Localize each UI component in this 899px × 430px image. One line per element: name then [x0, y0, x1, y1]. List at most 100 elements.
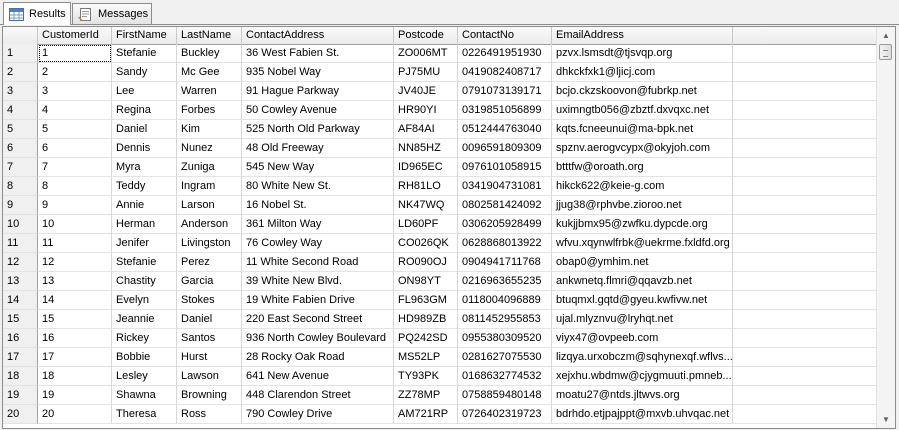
contactaddress-cell[interactable]: 50 Cowley Avenue [242, 101, 394, 120]
postcode-cell[interactable]: LD60PF [394, 215, 458, 234]
table-row[interactable]: 18 18 Lesley Lawson 641 New Avenue TY93PK 0168… [3, 367, 877, 386]
customerid-cell[interactable]: 3 [38, 82, 112, 101]
contactaddress-cell[interactable]: 19 White Fabien Drive [242, 291, 394, 310]
contactno-cell[interactable]: 0096591809309 [458, 139, 552, 158]
contactaddress-cell[interactable]: 39 White New Blvd. [242, 272, 394, 291]
emailaddress-cell[interactable]: wfvu.xqynwlfrbk@uekrme.fxldfd.org [552, 234, 733, 253]
postcode-cell[interactable]: ZZ78MP [394, 386, 458, 405]
postcode-cell[interactable]: TY93PK [394, 367, 458, 386]
customerid-cell[interactable]: 2 [38, 63, 112, 82]
customerid-cell[interactable]: 16 [38, 329, 112, 348]
lastname-cell[interactable]: Garcia [177, 272, 242, 291]
row-number[interactable]: 19 [3, 386, 38, 405]
customerid-cell[interactable]: 6 [38, 139, 112, 158]
firstname-cell[interactable]: Annie [112, 196, 177, 215]
postcode-cell[interactable]: CO026QK [394, 234, 458, 253]
emailaddress-cell[interactable]: btuqmxl.gqtd@gyeu.kwfivw.net [552, 291, 733, 310]
customerid-cell[interactable]: 12 [38, 253, 112, 272]
lastname-cell[interactable]: Anderson [177, 215, 242, 234]
row-number[interactable]: 1 [3, 44, 38, 63]
lastname-cell[interactable]: Kim [177, 120, 242, 139]
postcode-cell[interactable]: MS52LP [394, 348, 458, 367]
table-row[interactable]: 5 5 Daniel Kim 525 North Old Parkway AF84AI 05… [3, 120, 877, 139]
table-row[interactable]: 3 3 Lee Warren 91 Hague Parkway JV40JE 0791073… [3, 82, 877, 101]
scroll-down-button[interactable]: ▼ [878, 411, 894, 428]
contactaddress-cell[interactable]: 16 Nobel St. [242, 196, 394, 215]
lastname-cell[interactable]: Warren [177, 82, 242, 101]
customerid-cell[interactable]: 17 [38, 348, 112, 367]
row-number[interactable]: 6 [3, 139, 38, 158]
contactno-cell[interactable]: 0976101058915 [458, 158, 552, 177]
row-number[interactable]: 15 [3, 310, 38, 329]
contactno-cell[interactable]: 0811452955853 [458, 310, 552, 329]
postcode-cell[interactable]: NN85HZ [394, 139, 458, 158]
table-row[interactable]: 9 9 Annie Larson 16 Nobel St. NK47WQ 080258142… [3, 196, 877, 215]
contactaddress-cell[interactable]: 28 Rocky Oak Road [242, 348, 394, 367]
postcode-cell[interactable]: AF84AI [394, 120, 458, 139]
firstname-cell[interactable]: Rickey [112, 329, 177, 348]
firstname-cell[interactable]: Sandy [112, 63, 177, 82]
table-row[interactable]: 19 19 Shawna Browning 448 Clarendon Street ZZ… [3, 386, 877, 405]
emailaddress-cell[interactable]: spznv.aerogvcypx@okyjoh.com [552, 139, 733, 158]
table-row[interactable]: 15 15 Jeannie Daniel 220 East Second Street H… [3, 310, 877, 329]
customerid-cell[interactable]: 19 [38, 386, 112, 405]
column-header-firstname[interactable]: FirstName [112, 27, 177, 44]
customerid-cell[interactable]: 14 [38, 291, 112, 310]
contactno-cell[interactable]: 0319851056899 [458, 101, 552, 120]
contactno-cell[interactable]: 0904941711768 [458, 253, 552, 272]
contactno-cell[interactable]: 0226491951930 [458, 44, 552, 63]
customerid-cell[interactable]: 1 [38, 44, 112, 63]
table-row[interactable]: 16 16 Rickey Santos 936 North Cowley Bouleva… [3, 329, 877, 348]
contactno-cell[interactable]: 0758859480148 [458, 386, 552, 405]
row-number[interactable]: 10 [3, 215, 38, 234]
table-row[interactable]: 8 8 Teddy Ingram 80 White New St. RH81LO 03419… [3, 177, 877, 196]
table-row[interactable]: 2 2 Sandy Mc Gee 935 Nobel Way PJ75MU 04190824… [3, 63, 877, 82]
table-row[interactable]: 12 12 Stefanie Perez 11 White Second Road RO0… [3, 253, 877, 272]
customerid-cell[interactable]: 20 [38, 405, 112, 424]
lastname-cell[interactable]: Buckley [177, 44, 242, 63]
emailaddress-cell[interactable]: bdrhdo.etjpajppt@mxvb.uhvqac.net [552, 405, 733, 424]
lastname-cell[interactable]: Mc Gee [177, 63, 242, 82]
firstname-cell[interactable]: Stefanie [112, 44, 177, 63]
lastname-cell[interactable]: Forbes [177, 101, 242, 120]
row-number[interactable]: 3 [3, 82, 38, 101]
emailaddress-cell[interactable]: ankwnetq.flmri@qqavzb.net [552, 272, 733, 291]
customerid-cell[interactable]: 8 [38, 177, 112, 196]
lastname-cell[interactable]: Ross [177, 405, 242, 424]
contactno-cell[interactable]: 0281627075530 [458, 348, 552, 367]
contactaddress-cell[interactable]: 448 Clarendon Street [242, 386, 394, 405]
contactaddress-cell[interactable]: 36 West Fabien St. [242, 44, 394, 63]
postcode-cell[interactable]: NK47WQ [394, 196, 458, 215]
emailaddress-cell[interactable]: jjug38@rphvbe.zioroo.net [552, 196, 733, 215]
contactaddress-cell[interactable]: 91 Hague Parkway [242, 82, 394, 101]
emailaddress-cell[interactable]: xejxhu.wbdmw@cjygmuuti.pmneb... [552, 367, 733, 386]
firstname-cell[interactable]: Herman [112, 215, 177, 234]
postcode-cell[interactable]: ON98YT [394, 272, 458, 291]
postcode-cell[interactable]: FL963GM [394, 291, 458, 310]
contactno-cell[interactable]: 0341904731081 [458, 177, 552, 196]
column-header-customerid[interactable]: CustomerId [38, 27, 112, 44]
emailaddress-cell[interactable]: btttfw@oroath.org [552, 158, 733, 177]
lastname-cell[interactable]: Nunez [177, 139, 242, 158]
table-row[interactable]: 20 20 Theresa Ross 790 Cowley Drive AM721RP 07… [3, 405, 877, 424]
emailaddress-cell[interactable]: dhkckfxk1@ljicj.com [552, 63, 733, 82]
customerid-cell[interactable]: 7 [38, 158, 112, 177]
contactno-cell[interactable]: 0216963655235 [458, 272, 552, 291]
customerid-cell[interactable]: 15 [38, 310, 112, 329]
contactno-cell[interactable]: 0306205928499 [458, 215, 552, 234]
contactaddress-cell[interactable]: 641 New Avenue [242, 367, 394, 386]
row-number[interactable]: 18 [3, 367, 38, 386]
contactaddress-cell[interactable]: 935 Nobel Way [242, 63, 394, 82]
scroll-thumb[interactable] [879, 44, 892, 60]
contactaddress-cell[interactable]: 545 New Way [242, 158, 394, 177]
table-row[interactable]: 4 4 Regina Forbes 50 Cowley Avenue HR90YI 0319… [3, 101, 877, 120]
postcode-cell[interactable]: RH81LO [394, 177, 458, 196]
contactaddress-cell[interactable]: 790 Cowley Drive [242, 405, 394, 424]
firstname-cell[interactable]: Theresa [112, 405, 177, 424]
emailaddress-cell[interactable]: kqts.fcneeunui@ma-bpk.net [552, 120, 733, 139]
emailaddress-cell[interactable]: pzvx.lsmsdt@tjsvqp.org [552, 44, 733, 63]
emailaddress-cell[interactable]: lizqya.urxobczm@sqhynexqf.wflvs... [552, 348, 733, 367]
lastname-cell[interactable]: Browning [177, 386, 242, 405]
row-number[interactable]: 13 [3, 272, 38, 291]
lastname-cell[interactable]: Stokes [177, 291, 242, 310]
